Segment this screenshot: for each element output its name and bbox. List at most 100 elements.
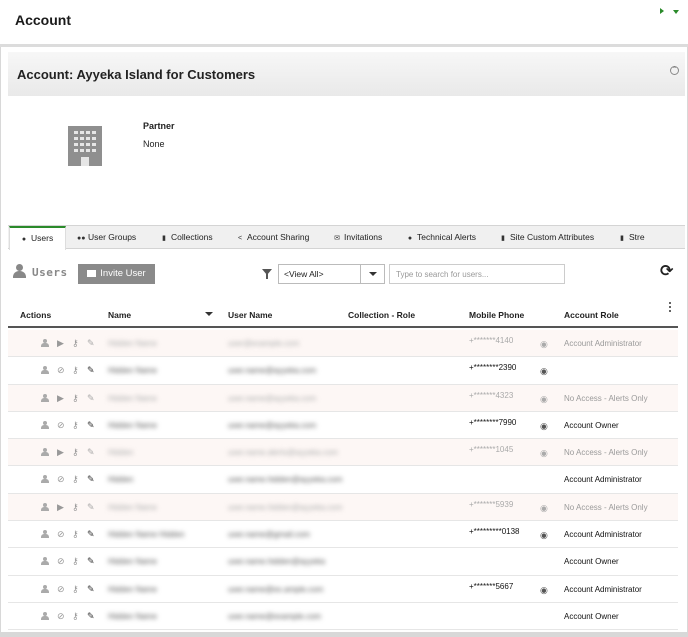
chevron-down-icon bbox=[369, 272, 377, 276]
eye-icon[interactable]: ◉ bbox=[540, 448, 548, 459]
edit-pencil-icon[interactable]: ✎ bbox=[87, 502, 95, 512]
header-collection-role: Collection - Role bbox=[348, 310, 416, 320]
bottom-divider bbox=[0, 632, 688, 637]
user-status-icon[interactable] bbox=[41, 529, 51, 539]
user-name-cell: Hidden Name bbox=[108, 366, 157, 376]
edit-pencil-icon[interactable]: ✎ bbox=[87, 584, 95, 594]
row-actions: ▶ ⚷ ✎ bbox=[41, 502, 101, 514]
tab-technical-alerts[interactable]: ● Technical Alerts bbox=[406, 226, 476, 249]
eye-icon[interactable]: ◉ bbox=[540, 421, 548, 432]
account-role-cell: No Access - Alerts Only bbox=[564, 502, 648, 512]
user-login-cell: user@example.com bbox=[228, 339, 300, 348]
edit-pencil-icon[interactable]: ✎ bbox=[87, 474, 95, 484]
play-icon[interactable]: ▶ bbox=[57, 338, 64, 348]
header-name[interactable]: Name bbox=[108, 310, 131, 320]
block-icon[interactable]: ⊘ bbox=[57, 529, 65, 539]
user-status-icon[interactable] bbox=[41, 584, 51, 594]
eye-icon[interactable]: ◉ bbox=[540, 530, 548, 541]
key-icon[interactable]: ⚷ bbox=[72, 420, 79, 430]
user-login-cell: user.name@ex.ample.com bbox=[228, 584, 324, 594]
tab-account-sharing[interactable]: < Account Sharing bbox=[236, 226, 309, 249]
user-status-icon[interactable] bbox=[41, 447, 51, 457]
eye-icon[interactable]: ◉ bbox=[540, 503, 548, 514]
key-icon[interactable]: ⚷ bbox=[72, 502, 79, 512]
key-icon[interactable]: ⚷ bbox=[72, 529, 79, 539]
play-icon[interactable]: ▶ bbox=[57, 447, 64, 457]
key-icon[interactable]: ⚷ bbox=[72, 447, 79, 457]
select-dropdown-button[interactable] bbox=[360, 265, 384, 283]
user-status-icon[interactable] bbox=[41, 420, 51, 430]
table-row[interactable]: ⊘ ⚷ ✎ Hidden Name user.name@ayyeka.com +*****… bbox=[8, 357, 678, 385]
tab-users[interactable]: ● Users bbox=[9, 226, 66, 250]
collapse-icon[interactable]: ⌃ bbox=[670, 66, 679, 75]
block-icon[interactable]: ⊘ bbox=[57, 611, 65, 621]
edit-pencil-icon[interactable]: ✎ bbox=[87, 338, 95, 348]
table-row[interactable]: ⊘ ⚷ ✎ Hidden Name user.name@ayyeka.com +*****… bbox=[8, 412, 678, 440]
tab-invitations[interactable]: ✉ Invitations bbox=[333, 226, 382, 249]
edit-pencil-icon[interactable]: ✎ bbox=[87, 420, 95, 430]
edit-pencil-icon[interactable]: ✎ bbox=[87, 611, 95, 621]
edit-pencil-icon[interactable]: ✎ bbox=[87, 393, 95, 403]
edit-pencil-icon[interactable]: ✎ bbox=[87, 529, 95, 539]
sort-desc-icon[interactable] bbox=[205, 312, 213, 316]
table-row[interactable]: ▶ ⚷ ✎ Hidden Name user.name.hidden@ayyeka.co… bbox=[8, 493, 678, 522]
block-icon[interactable]: ⊘ bbox=[57, 420, 65, 430]
key-icon[interactable]: ⚷ bbox=[72, 474, 79, 484]
row-actions: ▶ ⚷ ✎ bbox=[41, 447, 101, 459]
user-status-icon[interactable] bbox=[41, 338, 51, 348]
block-icon[interactable]: ⊘ bbox=[57, 474, 65, 484]
play-icon[interactable]: ▶ bbox=[57, 393, 64, 403]
eye-icon[interactable]: ◉ bbox=[540, 394, 548, 405]
tab-streams[interactable]: ▮ Stre bbox=[618, 226, 645, 249]
tab-user-groups[interactable]: ●● User Groups bbox=[77, 226, 136, 249]
table-row[interactable]: ⊘ ⚷ ✎ Hidden Name user.name@ex.ample.com +***… bbox=[8, 576, 678, 603]
table-row[interactable]: ⊘ ⚷ ✎ Hidden Name user.name.hidden@ayyeka Acc… bbox=[8, 548, 678, 576]
table-row[interactable]: ⊘ ⚷ ✎ Hidden Name Hidden user.name@gmail.com… bbox=[8, 521, 678, 549]
column-menu-icon[interactable] bbox=[669, 302, 672, 314]
table-row[interactable]: ⊘ ⚷ ✎ Hidden user.name.hidden@ayyeka.com Acco… bbox=[8, 466, 678, 494]
invite-user-button[interactable]: Invite User bbox=[78, 264, 155, 284]
tab-collections[interactable]: ▮ Collections bbox=[160, 226, 213, 249]
key-icon[interactable]: ⚷ bbox=[72, 556, 79, 566]
edit-pencil-icon[interactable]: ✎ bbox=[87, 365, 95, 375]
play-icon[interactable]: ▶ bbox=[57, 502, 64, 512]
account-role-cell: Account Owner bbox=[564, 611, 619, 621]
user-name-cell: Hidden Name bbox=[108, 420, 157, 430]
row-actions: ▶ ⚷ ✎ bbox=[41, 393, 101, 405]
user-status-icon[interactable] bbox=[41, 502, 51, 512]
refresh-icon[interactable]: ⟳ bbox=[660, 264, 676, 280]
block-icon[interactable]: ⊘ bbox=[57, 365, 65, 375]
edit-pencil-icon[interactable]: ✎ bbox=[87, 556, 95, 566]
header-mobile-phone: Mobile Phone bbox=[469, 310, 525, 320]
account-title: Account: Ayyeka Island for Customers bbox=[17, 67, 256, 82]
table-row[interactable]: ▶ ⚷ ✎ Hidden user.name.alerts@ayyeka.com +***… bbox=[8, 439, 678, 467]
block-icon[interactable]: ⊘ bbox=[57, 556, 65, 566]
user-status-icon[interactable] bbox=[41, 611, 51, 621]
user-status-icon[interactable] bbox=[41, 474, 51, 484]
user-status-icon[interactable] bbox=[41, 365, 51, 375]
share-icon: < bbox=[237, 235, 243, 242]
row-actions: ▶ ⚷ ✎ bbox=[41, 338, 101, 350]
tab-scroll-right-icon[interactable] bbox=[660, 8, 664, 14]
tab-menu-down-icon[interactable] bbox=[673, 10, 679, 14]
view-filter-select[interactable]: <View All> bbox=[278, 264, 385, 284]
user-status-icon[interactable] bbox=[41, 393, 51, 403]
key-icon[interactable]: ⚷ bbox=[72, 611, 79, 621]
key-icon[interactable]: ⚷ bbox=[72, 393, 79, 403]
block-icon[interactable]: ⊘ bbox=[57, 584, 65, 594]
header-username[interactable]: User Name bbox=[228, 310, 272, 320]
user-name-cell: Hidden Name bbox=[108, 393, 157, 403]
user-search-input[interactable] bbox=[389, 264, 565, 284]
eye-icon[interactable]: ◉ bbox=[540, 366, 548, 377]
edit-pencil-icon[interactable]: ✎ bbox=[87, 447, 95, 457]
eye-icon[interactable]: ◉ bbox=[540, 585, 548, 596]
table-row[interactable]: ▶ ⚷ ✎ Hidden Name user@example.com +*******41… bbox=[8, 330, 678, 358]
key-icon[interactable]: ⚷ bbox=[72, 338, 79, 348]
table-row[interactable]: ⊘ ⚷ ✎ Hidden Name user.name@example.com Accou… bbox=[8, 603, 678, 631]
eye-icon[interactable]: ◉ bbox=[540, 339, 548, 350]
user-status-icon[interactable] bbox=[41, 556, 51, 566]
tab-site-custom-attributes[interactable]: ▮ Site Custom Attributes bbox=[499, 226, 594, 249]
key-icon[interactable]: ⚷ bbox=[72, 365, 79, 375]
key-icon[interactable]: ⚷ bbox=[72, 584, 79, 594]
table-row[interactable]: ▶ ⚷ ✎ Hidden Name user.name@ayyeka.com +*****… bbox=[8, 384, 678, 412]
